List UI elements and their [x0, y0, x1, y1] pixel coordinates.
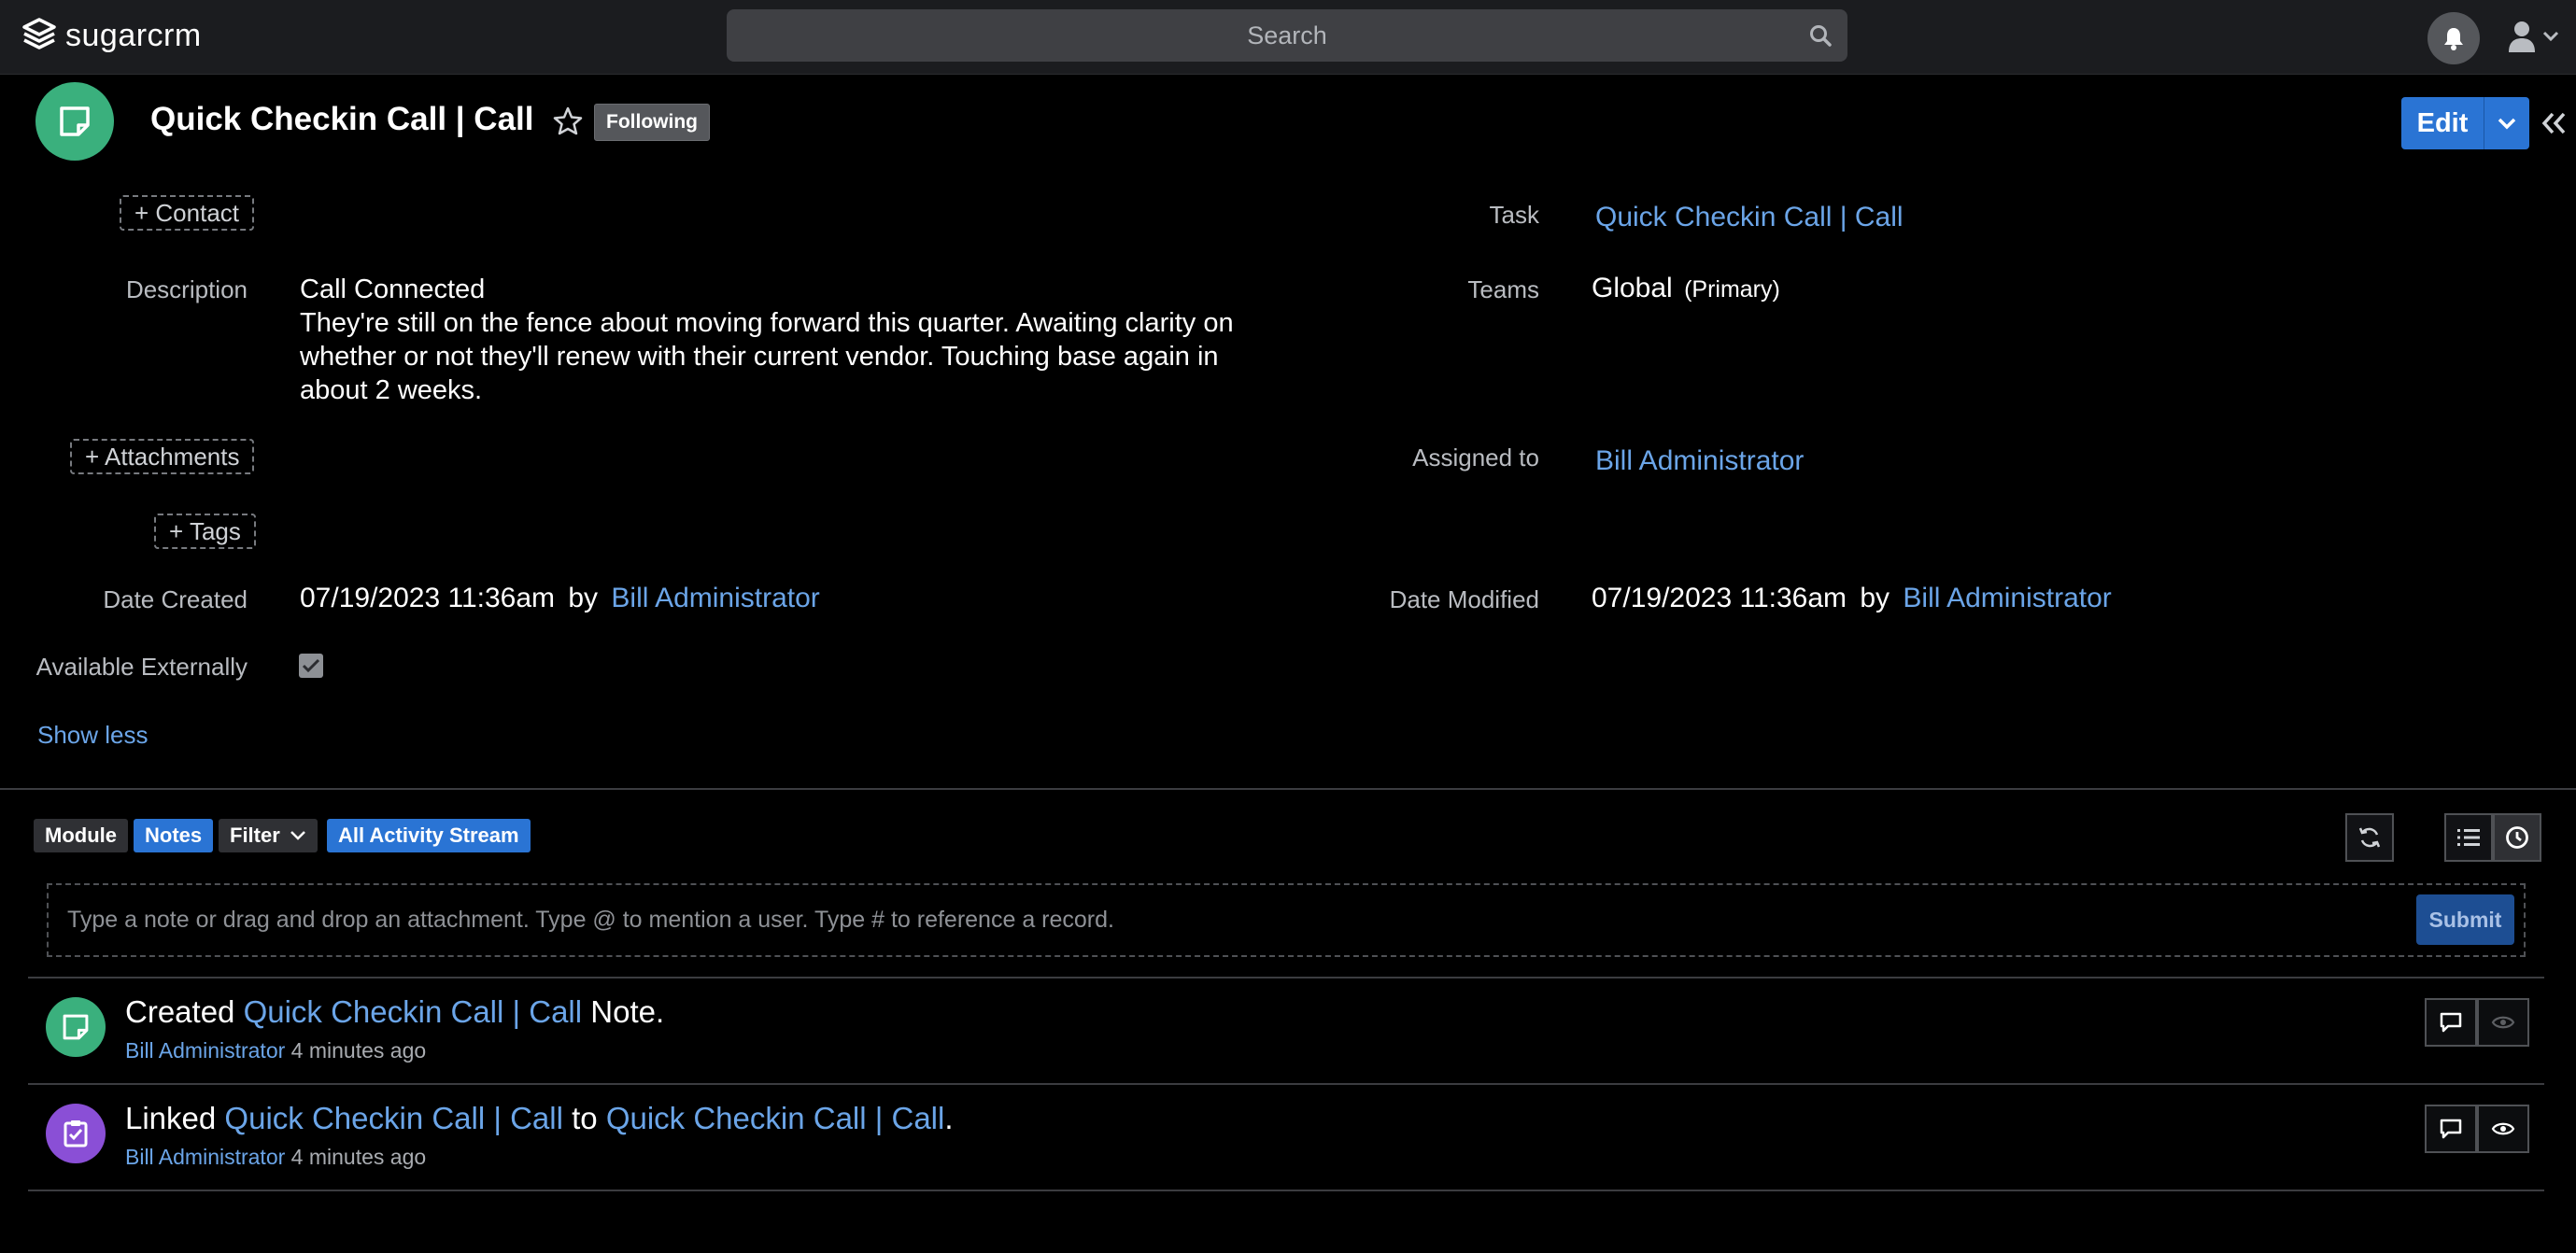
preview-button[interactable] — [2477, 1105, 2529, 1153]
add-tags-button[interactable]: + Tags — [154, 514, 256, 549]
date-created-label: Date Created — [103, 585, 248, 613]
all-activity-stream-pill[interactable]: All Activity Stream — [327, 819, 531, 852]
teams-field: Global (Primary) — [1592, 273, 1780, 304]
teams-label: Teams — [1467, 275, 1539, 303]
activity-time: 4 minutes ago — [290, 1038, 427, 1063]
comment-button[interactable] — [2425, 1105, 2477, 1153]
bell-icon — [2444, 28, 2463, 50]
preview-button[interactable] — [2477, 998, 2529, 1047]
activity-actions — [2425, 1105, 2529, 1153]
activity-record-link[interactable]: Quick Checkin Call | Call — [606, 1101, 945, 1135]
activity-note-composer[interactable]: Type a note or drag and drop an attachme… — [47, 883, 2526, 957]
toggle-sidebar-icon[interactable] — [2539, 105, 2570, 142]
add-attachments-button[interactable]: + Attachments — [70, 439, 255, 474]
user-menu-button[interactable] — [2507, 15, 2563, 60]
activity-meta: Bill Administrator 4 minutes ago — [125, 1038, 426, 1063]
activity-record-link[interactable]: Quick Checkin Call | Call — [244, 994, 583, 1029]
refresh-icon — [2358, 827, 2381, 848]
task-icon — [64, 1120, 88, 1147]
list-view-button[interactable] — [2444, 813, 2493, 862]
activity-divider — [28, 1083, 2544, 1085]
date-modified-user-link[interactable]: Bill Administrator — [1903, 583, 2111, 613]
sugarcrm-logo[interactable]: sugarcrm — [21, 15, 202, 56]
teams-value: Global — [1592, 273, 1673, 303]
cube-logo-icon — [22, 18, 56, 49]
date-created-value: 07/19/2023 11:36am — [300, 583, 556, 613]
description-value: Call Connected They're still on the fenc… — [300, 275, 1234, 405]
submit-button[interactable]: Submit — [2416, 894, 2514, 945]
activity-verb: Linked — [125, 1101, 217, 1135]
description-label: Description — [125, 275, 248, 303]
activity-actions — [2425, 998, 2529, 1047]
activity-user-link[interactable]: Bill Administrator — [125, 1145, 285, 1169]
filter-label: Filter — [230, 824, 280, 847]
available-externally-label: Available Externally — [35, 653, 248, 681]
favorite-star-icon[interactable] — [552, 106, 584, 137]
notifications-button[interactable] — [2427, 12, 2480, 64]
list-icon — [2457, 829, 2480, 846]
activity-suffix: . — [944, 1101, 954, 1135]
date-created-user-link[interactable]: Bill Administrator — [611, 583, 819, 613]
task-label: Task — [1489, 201, 1539, 229]
edit-button[interactable]: Edit — [2401, 97, 2484, 149]
assigned-to-label: Assigned to — [1412, 443, 1539, 472]
date-modified-field: 07/19/2023 11:36am by Bill Administrator — [1592, 583, 2112, 614]
activity-item-icon — [46, 997, 106, 1057]
note-record-icon — [35, 82, 114, 161]
user-avatar-icon — [2509, 21, 2559, 52]
composer-placeholder: Type a note or drag and drop an attachme… — [67, 907, 1114, 933]
notes-pill[interactable]: Notes — [134, 819, 214, 852]
chevron-down-icon — [2498, 118, 2516, 130]
activity-item-text: Linked Quick Checkin Call | Call to Quic… — [125, 1101, 954, 1136]
filter-dropdown[interactable]: Filter — [219, 819, 318, 852]
activity-timeline-button[interactable] — [2493, 813, 2541, 862]
add-contact-button[interactable]: + Contact — [120, 195, 255, 231]
activity-meta: Bill Administrator 4 minutes ago — [125, 1145, 426, 1170]
date-modified-by: by — [1860, 583, 1890, 613]
comment-icon — [2440, 1119, 2462, 1139]
section-divider — [0, 788, 2576, 790]
module-pill[interactable]: Module — [34, 819, 128, 852]
comment-icon — [2440, 1012, 2462, 1033]
search-placeholder: Search — [1247, 21, 1327, 49]
activity-item-text: Created Quick Checkin Call | Call Note. — [125, 994, 664, 1030]
following-badge[interactable]: Following — [594, 104, 710, 141]
edit-button-group: Edit — [2401, 97, 2529, 149]
eye-icon — [2491, 1016, 2515, 1029]
eye-icon — [2491, 1122, 2515, 1135]
assigned-to-link[interactable]: Bill Administrator — [1595, 445, 1804, 477]
refresh-button[interactable] — [2345, 813, 2394, 862]
task-link[interactable]: Quick Checkin Call | Call — [1595, 202, 1904, 233]
edit-dropdown-toggle[interactable] — [2484, 97, 2529, 149]
show-less-link[interactable]: Show less — [37, 721, 149, 750]
checkmark-icon — [302, 658, 320, 673]
search-icon[interactable] — [1808, 23, 1833, 48]
date-modified-label: Date Modified — [1389, 585, 1539, 613]
date-created-by: by — [568, 583, 599, 613]
activity-mid: to — [572, 1101, 598, 1135]
activity-verb: Created — [125, 994, 235, 1029]
teams-primary-tag: (Primary) — [1684, 276, 1780, 303]
activity-suffix: Note. — [590, 994, 665, 1029]
activity-divider — [28, 977, 2544, 978]
activity-item-icon — [46, 1104, 106, 1163]
chevron-down-icon — [290, 831, 305, 840]
activity-user-link[interactable]: Bill Administrator — [125, 1038, 285, 1063]
note-icon — [60, 106, 90, 136]
clock-icon — [2506, 826, 2528, 849]
record-title: Quick Checkin Call | Call — [150, 101, 534, 137]
comment-button[interactable] — [2425, 998, 2477, 1047]
activity-time: 4 minutes ago — [290, 1145, 427, 1169]
available-externally-checkbox[interactable] — [299, 654, 323, 678]
activity-divider — [28, 1190, 2544, 1191]
date-created-field: 07/19/2023 11:36am by Bill Administrator — [300, 583, 820, 614]
activity-record-link[interactable]: Quick Checkin Call | Call — [224, 1101, 563, 1135]
date-modified-value: 07/19/2023 11:36am — [1592, 583, 1847, 613]
note-icon — [63, 1014, 89, 1040]
global-search-input[interactable]: Search — [727, 9, 1847, 62]
logo-text: sugarcrm — [65, 17, 202, 53]
